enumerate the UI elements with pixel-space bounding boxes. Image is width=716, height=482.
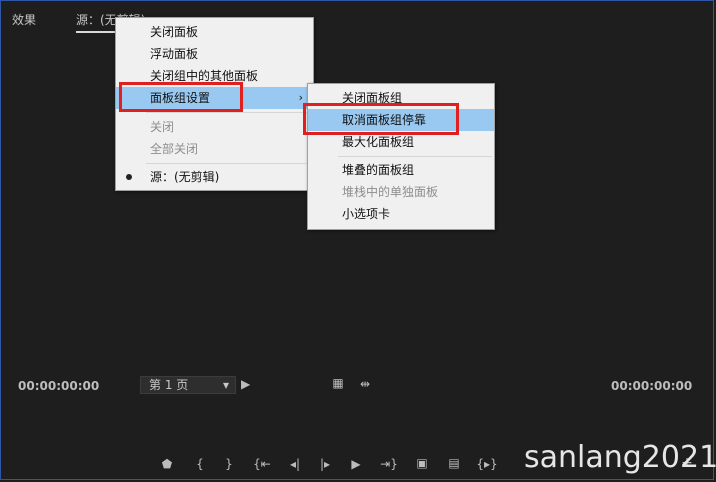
watermark-text: sanlang2021 [524,440,716,475]
dropped-frame-indicator-icon: ⇹ [359,377,371,391]
overwrite-icon[interactable]: ▤ [444,456,464,470]
insert-icon[interactable]: ▣ [412,456,432,470]
step-back-icon[interactable]: ◂| [286,457,304,471]
submenu-item-small-tabs[interactable]: 小选项卡 [308,203,494,225]
mark-in-icon[interactable]: { [193,457,207,471]
page-select[interactable]: 第 1 页 ▾ [140,376,236,394]
submenu-arrow-icon: › [298,91,303,104]
menu-item-close-other-panels[interactable]: 关闭组中的其他面板 [116,65,313,87]
menu-item-source-no-clip[interactable]: 源：(无剪辑) [116,166,313,188]
submenu-item-close-panel-group[interactable]: 关闭面板组 [308,87,494,109]
add-marker-icon[interactable]: ⬟ [160,457,174,471]
menu-separator [146,163,311,164]
submenu-item-stacked-panel-group[interactable]: 堆叠的面板组 [308,159,494,181]
submenu-item-undock-panel-group[interactable]: 取消面板组停靠 [308,109,494,131]
play-icon[interactable]: ▶ [349,457,363,471]
panel-group-settings-submenu: 关闭面板组 取消面板组停靠 最大化面板组 堆叠的面板组 堆栈中的单独面板 小选项… [307,83,495,230]
menu-item-close-all: 全部关闭 [150,142,199,156]
menu-item-close-panel[interactable]: 关闭面板 [116,21,313,43]
page-next-arrow-icon[interactable]: ▶ [241,377,250,391]
panel-context-menu: 关闭面板 浮动面板 关闭组中的其他面板 面板组设置 › 关闭 全部关闭 源：(无… [115,17,314,191]
source-monitor-panel [0,0,714,480]
step-forward-icon[interactable]: |▸ [316,457,334,471]
menu-item-float-panel[interactable]: 浮动面板 [116,43,313,65]
menu-separator [146,112,311,113]
go-to-out-icon[interactable]: ⇥} [379,457,399,471]
menu-separator [338,156,492,157]
export-frame-icon[interactable]: {▸} [476,457,498,471]
go-to-in-icon[interactable]: {⇤ [252,457,272,471]
submenu-item-solo-panels-in-stack: 堆栈中的单独面板 [342,185,439,199]
menu-item-panel-group-settings[interactable]: 面板组设置 › [116,87,313,109]
chevron-down-icon: ▾ [222,378,229,392]
active-tab-underline [76,31,120,33]
menu-item-close: 关闭 [150,120,175,134]
duration-timecode: 00:00:00:00 [611,379,693,393]
settings-filmstrip-icon[interactable]: ▦ [331,376,345,390]
tab-effects[interactable]: 效果 [12,11,36,28]
playhead-timecode[interactable]: 00:00:00:00 [18,379,99,393]
mark-out-icon[interactable]: } [222,457,236,471]
submenu-item-maximize-panel-group[interactable]: 最大化面板组 [308,131,494,153]
checked-bullet-icon [126,174,132,180]
